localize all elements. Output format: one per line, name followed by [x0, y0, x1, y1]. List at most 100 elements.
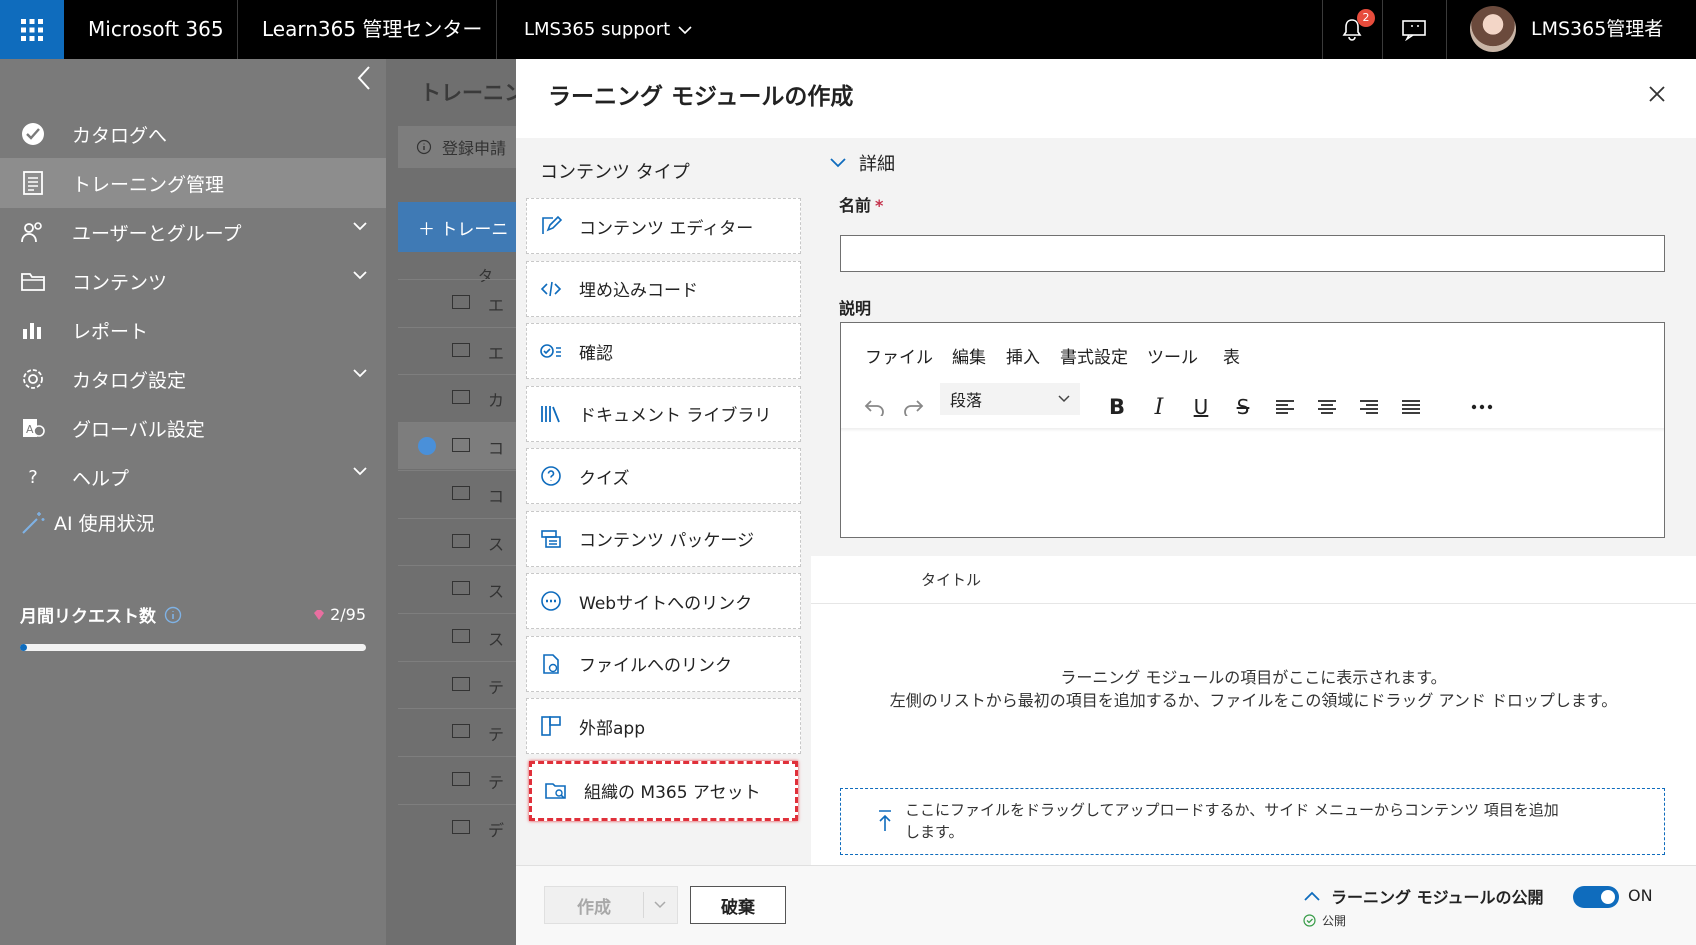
close-button[interactable] [1644, 81, 1670, 107]
sidebar-item-global-settings[interactable]: A グローバル設定 [0, 403, 386, 453]
align-left-button[interactable] [1271, 393, 1299, 421]
top-bar: Microsoft 365 Learn365 管理センター LMS365 sup… [0, 0, 1696, 59]
table-row[interactable]: ス [398, 565, 516, 612]
table-row[interactable]: テ [398, 756, 516, 803]
upload-dropzone[interactable]: ここにファイルをドラッグしてアップロードするか、サイド メニューからコンテンツ … [840, 788, 1665, 855]
sidebar-item-reports[interactable]: レポート [0, 305, 386, 355]
people-icon [20, 219, 46, 245]
row-title: エ [488, 343, 505, 363]
more-options-button[interactable] [1468, 393, 1496, 421]
folder-icon [20, 268, 46, 294]
content-type-label: ファイルへのリンク [579, 656, 732, 676]
content-type-item[interactable]: コンテンツ エディター [526, 198, 801, 254]
sidebar-item-catalog[interactable]: カタログへ [0, 109, 386, 159]
sidebar-item-help[interactable]: ? ヘルプ [0, 452, 386, 502]
m365-asset-icon [544, 779, 568, 803]
publish-toggle[interactable] [1573, 886, 1619, 908]
row-title: ス [488, 629, 505, 649]
discard-button[interactable]: 破棄 [690, 886, 786, 924]
publish-toggle-row[interactable]: ラーニング モジュールの公開 [1303, 884, 1543, 908]
gem-icon [314, 609, 325, 620]
content-type-item[interactable]: クイズ [526, 448, 801, 504]
monitor-icon [452, 342, 470, 357]
divider [1382, 0, 1383, 59]
tenant-selector[interactable]: LMS365 support [524, 0, 692, 59]
table-row[interactable]: テ [398, 708, 516, 755]
bold-button[interactable]: B [1103, 393, 1131, 421]
menu-edit[interactable]: 編集 [952, 343, 986, 368]
toggle-state: ON [1628, 886, 1653, 905]
content-type-label: 外部app [579, 718, 645, 739]
table-row[interactable]: カ [398, 374, 516, 421]
paragraph-select[interactable]: 段落 [940, 383, 1080, 415]
editor-body[interactable] [841, 433, 1664, 537]
row-check-icon[interactable] [418, 437, 436, 456]
question-icon: ? [28, 466, 38, 488]
add-training-button[interactable]: ＋ トレーニ [398, 202, 516, 252]
content-type-item[interactable]: 埋め込みコード [526, 260, 801, 317]
align-center-button[interactable] [1313, 393, 1341, 421]
table-row[interactable]: デ [398, 803, 516, 851]
feedback-button[interactable] [1384, 0, 1444, 59]
content-type-label: クイズ [579, 468, 630, 489]
sidebar-item-contents[interactable]: コンテンツ [0, 256, 386, 306]
content-type-item[interactable]: ファイルへのリンク [526, 635, 801, 692]
tenant-name: LMS365 support [524, 19, 671, 40]
divider [1446, 0, 1447, 59]
app-name[interactable]: Microsoft 365 [88, 0, 224, 59]
menu-tools[interactable]: ツール [1147, 343, 1198, 368]
name-input[interactable] [840, 235, 1665, 272]
table-row[interactable]: テ [398, 660, 516, 708]
underline-button[interactable]: U [1187, 393, 1215, 421]
empty-state-line1: ラーニング モジュールの項目がここに表示されます。 [1060, 668, 1447, 687]
italic-button[interactable]: I [1145, 393, 1173, 421]
info-icon[interactable] [164, 606, 182, 624]
description-label: 説明 [839, 299, 872, 318]
notifications-button[interactable] [1322, 0, 1382, 59]
row-title: コ [488, 439, 505, 459]
content-type-item[interactable]: コンテンツ パッケージ [526, 510, 801, 567]
table-row[interactable]: コ [398, 422, 516, 470]
table-row[interactable]: ス [398, 612, 516, 660]
menu-insert[interactable]: 挿入 [1006, 343, 1040, 368]
app-launcher-button[interactable] [0, 0, 64, 59]
collapse-sidebar-button[interactable] [356, 65, 372, 95]
content-type-item[interactable]: 外部app [526, 698, 801, 754]
people-icon [452, 724, 470, 739]
justify-button[interactable] [1397, 393, 1425, 421]
table-row[interactable]: エ [398, 326, 516, 374]
more-icon [1471, 404, 1493, 410]
content-type-item[interactable]: Webサイトへのリンク [526, 573, 801, 629]
content-type-item[interactable]: 確認 [526, 323, 801, 379]
description-editor[interactable]: ファイル 編集 挿入 書式設定 ツール 表 段落 B I U S [840, 322, 1665, 538]
content-type-item[interactable]: ドキュメント ライブラリ [526, 385, 801, 442]
table-row[interactable]: ス [398, 517, 516, 565]
sidebar-item-training[interactable]: トレーニング管理 [0, 158, 386, 208]
content-type-item-highlighted[interactable]: 組織の M365 アセット [529, 760, 798, 821]
details-toggle[interactable]: 詳細 [829, 150, 895, 176]
monitor-icon [452, 772, 470, 786]
row-title: エ [488, 296, 505, 315]
table-row[interactable]: エ [398, 279, 516, 326]
align-right-button[interactable] [1355, 393, 1383, 421]
table-row[interactable]: コ [398, 469, 516, 517]
toggle-knob [1601, 890, 1615, 904]
undo-button[interactable] [861, 393, 889, 421]
monitor-icon [452, 295, 470, 309]
admin-center-title[interactable]: Learn365 管理センター [262, 0, 482, 59]
justify-icon [1402, 400, 1420, 414]
edit-icon [539, 214, 563, 238]
sidebar-item-users-groups[interactable]: ユーザーとグループ [0, 207, 386, 257]
strikethrough-button[interactable]: S [1229, 393, 1257, 421]
upload-text-line1: ここにファイルをドラッグしてアップロードするか、サイド メニューからコンテンツ … [905, 801, 1559, 819]
create-button[interactable]: 作成 [544, 886, 678, 924]
sidebar-item-catalog-settings[interactable]: カタログ設定 [0, 354, 386, 404]
menu-file[interactable]: ファイル [865, 343, 933, 368]
check-circle-icon [1303, 914, 1316, 927]
page-title: トレーニン [420, 81, 516, 105]
menu-table[interactable]: 表 [1223, 343, 1240, 368]
user-name[interactable]: LMS365管理者 [1531, 0, 1663, 59]
avatar[interactable] [1470, 6, 1516, 52]
redo-button[interactable] [899, 393, 927, 421]
menu-format[interactable]: 書式設定 [1060, 343, 1128, 368]
